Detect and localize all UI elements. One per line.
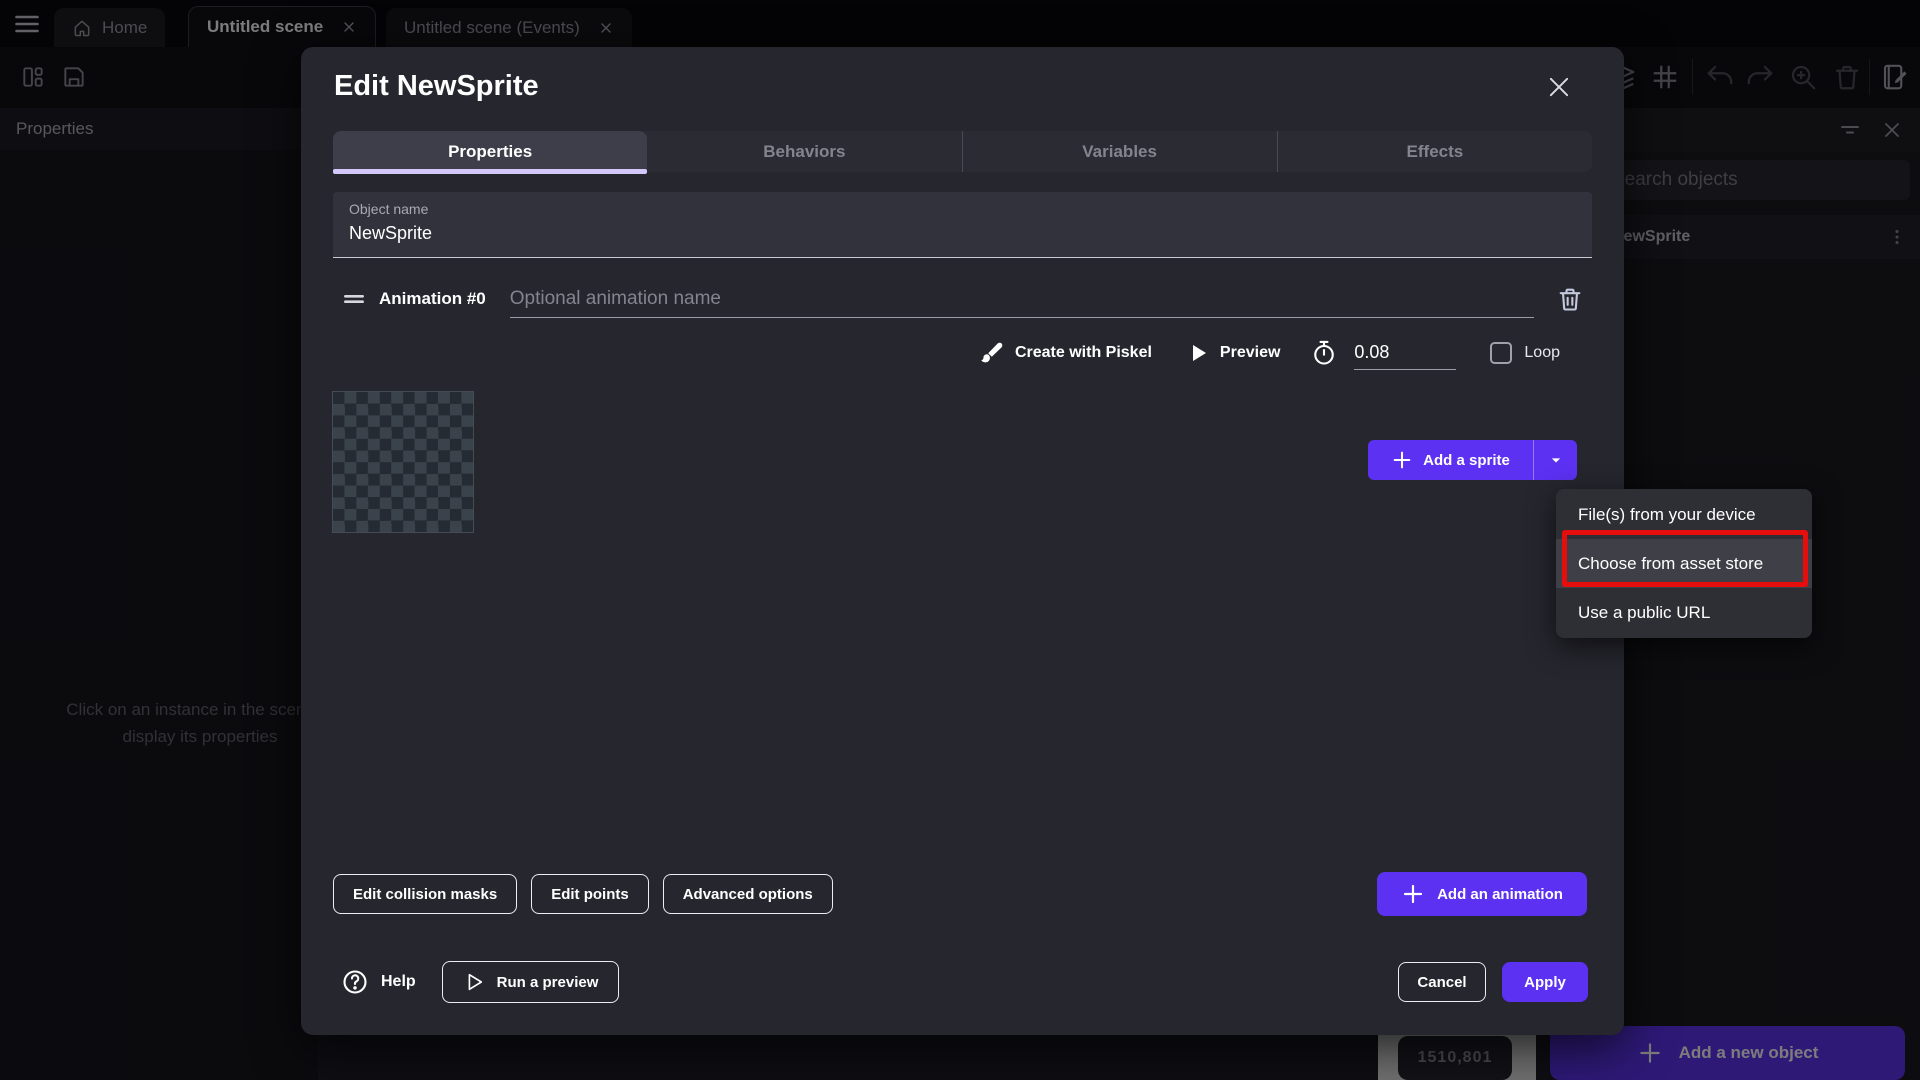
animation-row: Animation #0 (333, 277, 1592, 321)
run-a-preview-button[interactable]: Run a preview (442, 961, 620, 1003)
edit-collision-masks-button[interactable]: Edit collision masks (333, 874, 517, 914)
plus-icon (1391, 449, 1413, 471)
menu-item-choose-from-asset-store[interactable]: Choose from asset store (1556, 539, 1812, 588)
apply-button[interactable]: Apply (1502, 962, 1588, 1002)
cancel-button[interactable]: Cancel (1398, 962, 1486, 1002)
play-outline-icon (463, 971, 485, 993)
edit-sprite-dialog: Edit NewSprite Properties Behaviors Vari… (301, 47, 1624, 1035)
tab-properties[interactable]: Properties (333, 131, 647, 172)
add-sprite-dropdown-button[interactable] (1533, 440, 1577, 480)
close-icon[interactable] (1545, 73, 1573, 101)
caret-down-icon (1546, 450, 1566, 470)
add-sprite-split-button: Add a sprite (1368, 440, 1577, 480)
timer-icon (1310, 339, 1338, 367)
sprite-edit-buttons-row: Edit collision masks Edit points Advance… (333, 874, 833, 914)
tab-behaviors[interactable]: Behaviors (647, 131, 961, 172)
dialog-footer: Help Run a preview Cancel Apply (341, 960, 1588, 1004)
tab-variables[interactable]: Variables (962, 131, 1277, 172)
animation-label: Animation #0 (379, 289, 486, 309)
dialog-tab-bar: Properties Behaviors Variables Effects (333, 131, 1592, 172)
object-name-field-value: NewSprite (349, 223, 1576, 244)
add-sprite-menu: File(s) from your device Choose from ass… (1556, 489, 1812, 638)
preview-button[interactable]: Preview (1186, 341, 1280, 365)
loop-label: Loop (1524, 344, 1560, 362)
tab-effects[interactable]: Effects (1277, 131, 1592, 172)
brush-icon (979, 340, 1005, 366)
object-name-field[interactable]: Object name NewSprite (333, 192, 1592, 258)
create-with-piskel-button[interactable]: Create with Piskel (979, 340, 1152, 366)
play-icon (1186, 341, 1210, 365)
help-button[interactable]: Help (341, 968, 416, 996)
menu-item-files-from-device[interactable]: File(s) from your device (1556, 490, 1812, 539)
help-icon (341, 968, 369, 996)
advanced-options-button[interactable]: Advanced options (663, 874, 833, 914)
menu-item-use-public-url[interactable]: Use a public URL (1556, 588, 1812, 637)
plus-icon (1401, 882, 1425, 906)
drag-handle-icon[interactable] (341, 286, 367, 312)
edit-points-button[interactable]: Edit points (531, 874, 649, 914)
dialog-title: Edit NewSprite (334, 70, 539, 103)
animation-tools-row: Create with Piskel Preview Loop (921, 331, 1560, 375)
animation-name-input[interactable] (510, 280, 1534, 318)
object-name-field-label: Object name (349, 201, 1576, 217)
empty-sprite-thumbnail (333, 392, 473, 532)
trash-icon[interactable] (1556, 285, 1584, 313)
loop-checkbox[interactable] (1490, 342, 1512, 364)
add-sprite-button[interactable]: Add a sprite (1368, 440, 1533, 480)
time-between-frames-input[interactable] (1354, 336, 1456, 370)
add-an-animation-button[interactable]: Add an animation (1377, 872, 1587, 916)
